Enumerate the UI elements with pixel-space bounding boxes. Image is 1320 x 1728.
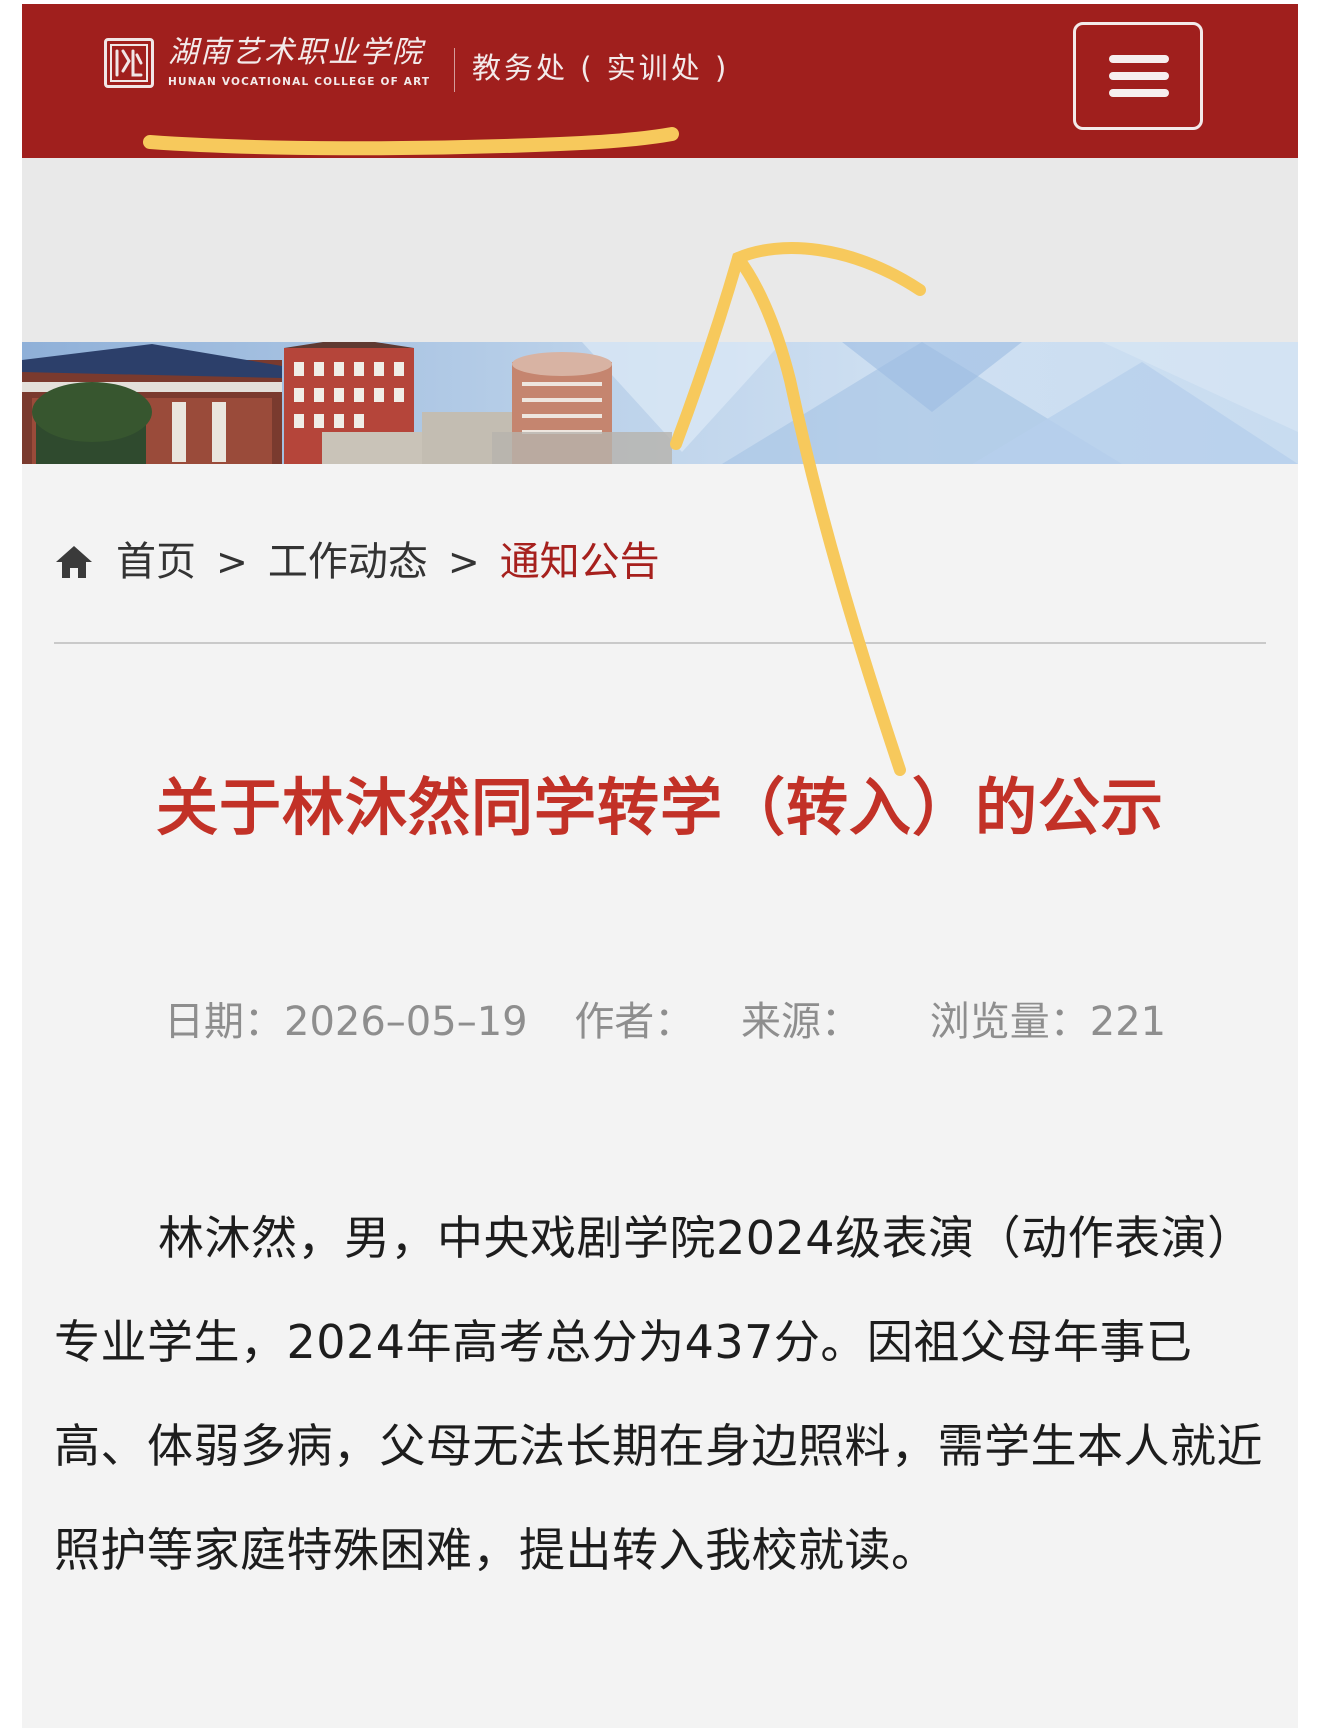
logo-divider	[454, 48, 455, 92]
breadcrumb-separator: >	[447, 540, 480, 584]
breadcrumb-current[interactable]: 通知公告	[500, 532, 660, 592]
breadcrumb-home[interactable]: 首页	[116, 532, 196, 592]
home-icon[interactable]	[54, 542, 94, 582]
college-logo-icon[interactable]	[104, 38, 154, 88]
article-title: 关于林沐然同学转学（转入）的公示	[155, 771, 1164, 844]
breadcrumb-divider	[54, 642, 1266, 644]
site-header: 湖南艺术职业学院 HUNAN VOCATIONAL COLLEGE OF ART…	[22, 4, 1298, 158]
article-body: 林沐然，男，中央戏剧学院2024级表演（动作表演）专业学生，2024年高考总分为…	[54, 1211, 1263, 1577]
menu-icon	[1109, 55, 1169, 63]
article-views: 浏览量：221	[929, 999, 1167, 1045]
article-source: 来源：	[741, 999, 862, 1045]
article-author: 作者：	[574, 999, 695, 1045]
page: 湖南艺术职业学院 HUNAN VOCATIONAL COLLEGE OF ART…	[22, 4, 1298, 1728]
department-title[interactable]: 教务处 ( 实训处 )	[472, 48, 729, 88]
article-date: 日期：2026–05–19	[164, 999, 528, 1045]
breadcrumb-section[interactable]: 工作动态	[268, 532, 428, 592]
article-meta: 日期：2026–05–19 作者： 来源： 浏览量：221	[164, 994, 1200, 1050]
college-name-cn[interactable]: 湖南艺术职业学院	[168, 36, 424, 70]
campus-banner-image	[22, 342, 1298, 464]
breadcrumb: 首页 > 工作动态 > 通知公告	[54, 532, 660, 592]
college-name-en: HUNAN VOCATIONAL COLLEGE OF ART	[168, 76, 431, 88]
menu-button[interactable]	[1073, 22, 1203, 130]
breadcrumb-separator: >	[216, 540, 248, 584]
menu-icon-bar	[1109, 72, 1169, 80]
banner-blank-area	[22, 158, 1298, 346]
menu-icon-bar	[1109, 89, 1169, 97]
